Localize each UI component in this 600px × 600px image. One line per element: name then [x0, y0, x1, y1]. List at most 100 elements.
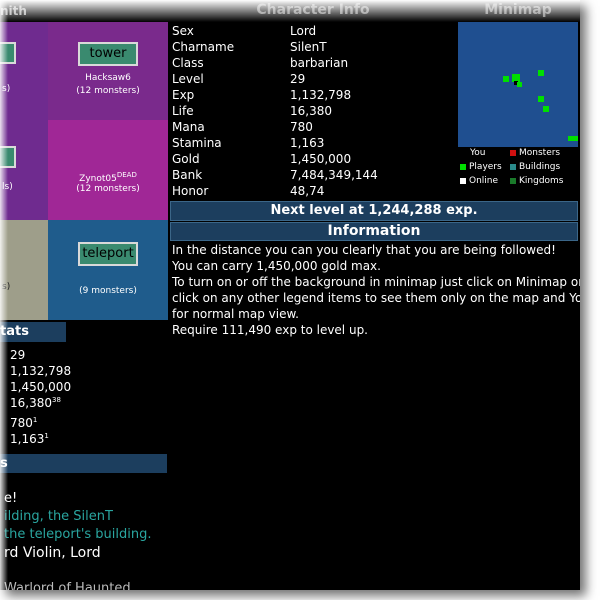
character-info-value: 7,484,349,144	[290, 168, 378, 182]
information-line: You can carry 1,450,000 gold max.	[172, 259, 381, 273]
legend-item-you[interactable]: You	[470, 148, 486, 158]
minimap-legend: You Monsters Players Buildings Online Kingdom…	[458, 147, 578, 192]
message-line: e!	[4, 491, 18, 506]
minimap[interactable]	[458, 22, 578, 147]
character-info-row: Charname SilenT	[172, 40, 458, 56]
legend-swatch	[510, 163, 516, 170]
next-level-bar: Next level at 1,244,288 exp.	[170, 201, 578, 221]
information-header: Information	[170, 222, 578, 241]
message-line: rd Violin, Lord	[4, 545, 101, 561]
character-info-label: Sex	[172, 24, 194, 38]
message-line: the teleport's building.	[4, 527, 152, 542]
stat-value: 1,1631	[10, 428, 49, 447]
map-tile-west-3[interactable]: s)	[0, 220, 48, 320]
map-tile-tower[interactable]: tower Hacksaw6 (12 monsters)	[48, 22, 168, 120]
information-line: Require 111,490 exp to level up.	[172, 323, 368, 337]
tile-player-name[interactable]: Hacksaw6	[48, 71, 168, 85]
tile-button-partial[interactable]	[0, 42, 16, 64]
map-tile-west-1[interactable]: s)	[0, 22, 48, 120]
character-info-row: Sex Lord	[172, 24, 458, 40]
information-line: for normal map view.	[172, 307, 299, 321]
minimap-player-dot	[543, 106, 549, 112]
legend-swatch	[460, 163, 466, 170]
legend-item-online[interactable]: Online	[460, 176, 498, 186]
character-info-value: 1,450,000	[290, 152, 352, 166]
stat-bonus: 1	[32, 416, 38, 424]
information-text: In the distance you can you clearly that…	[172, 242, 580, 338]
legend-item-buildings[interactable]: Buildings	[510, 162, 560, 172]
legend-label: Players	[469, 162, 502, 172]
map-tile-west-2[interactable]: ls)	[0, 120, 48, 220]
character-info-row: Life 16,380	[172, 104, 458, 120]
character-info-label: Charname	[172, 40, 235, 54]
legend-label: Online	[469, 176, 499, 186]
stat-value: 16,38038	[10, 392, 61, 411]
stat-bonus: 38	[52, 396, 61, 404]
map-tile-dead-player[interactable]: Zynot05DEAD (12 monsters)	[48, 120, 168, 220]
character-info-label: Honor	[172, 184, 209, 198]
minimap-player-dot	[538, 96, 544, 102]
tile-monster-count: (9 monsters)	[79, 286, 137, 296]
messages-header: s	[0, 454, 167, 473]
character-info-label: Mana	[172, 120, 205, 134]
minimap-player-dot	[568, 136, 578, 141]
information-line: To turn on or off the background in mini…	[172, 275, 580, 289]
stats-header: tats	[0, 322, 66, 342]
minimap-player-dot	[538, 70, 544, 76]
tile-monster-count: (12 monsters)	[76, 184, 140, 194]
character-info-label: Bank	[172, 168, 203, 182]
character-info-row: Level 29	[172, 72, 458, 88]
message-line: Warlord of Haunted	[4, 581, 131, 590]
legend-label: Monsters	[519, 148, 561, 158]
stat-bonus: 1	[44, 432, 49, 440]
tile-monster-count: (12 monsters)	[76, 86, 140, 96]
legend-swatch	[460, 177, 466, 184]
character-info-value: 780	[290, 120, 313, 134]
map-header: nith	[0, 4, 27, 18]
character-info-label: Stamina	[172, 136, 222, 150]
character-info-label: Gold	[172, 152, 200, 166]
character-info-value: Lord	[290, 24, 317, 38]
legend-swatch	[510, 149, 516, 156]
legend-label: Buildings	[519, 162, 561, 172]
character-info-row: Honor 48,74	[172, 184, 458, 200]
legend-item-players[interactable]: Players	[460, 162, 502, 172]
game-window: s) tower Hacksaw6 (12 monsters) ls) Zyno…	[0, 0, 580, 590]
character-info-value: 29	[290, 72, 306, 86]
tile-side-text: s)	[2, 84, 11, 94]
character-info-value: SilenT	[290, 40, 327, 54]
character-info-label: Level	[172, 72, 204, 86]
character-info-row: Class barbarian	[172, 56, 458, 72]
tile-side-text: ls)	[2, 182, 13, 192]
minimap-player-dot	[517, 82, 522, 87]
character-info-row: Stamina 1,163	[172, 136, 458, 152]
map-tile-teleport[interactable]: teleport (9 monsters)	[48, 220, 168, 320]
character-info-row: Bank 7,484,349,144	[172, 168, 458, 184]
character-info-value: 1,132,798	[290, 88, 352, 102]
legend-item-monsters[interactable]: Monsters	[510, 148, 560, 158]
dead-tag: DEAD	[116, 171, 137, 179]
minimap-header[interactable]: Minimap	[458, 2, 578, 22]
character-info-row: Mana 780	[172, 120, 458, 136]
tile-side-text: s)	[2, 282, 11, 292]
character-info-header: Character Info	[256, 2, 370, 18]
information-line: In the distance you can you clearly that…	[172, 243, 556, 257]
legend-item-kingdoms[interactable]: Kingdoms	[510, 176, 564, 186]
legend-swatch	[510, 177, 516, 184]
tower-button[interactable]: tower	[78, 42, 138, 66]
character-info-value: 16,380	[290, 104, 332, 118]
character-info-label: Life	[172, 104, 194, 118]
teleport-button[interactable]: teleport	[78, 242, 138, 266]
character-info-value: barbarian	[290, 56, 349, 70]
minimap-player-dot	[503, 76, 509, 82]
character-info-value: 48,74	[290, 184, 325, 198]
message-line: ilding, the SilenT	[4, 509, 113, 524]
character-info-value: 1,163	[290, 136, 325, 150]
tile-button-partial[interactable]	[0, 146, 16, 168]
legend-label: You	[470, 148, 486, 158]
character-info-label: Exp	[172, 88, 195, 102]
stat-number: 1,163	[10, 432, 45, 446]
character-info-row: Exp 1,132,798	[172, 88, 458, 104]
information-line: click on any other legend items to see t…	[172, 291, 580, 305]
character-info-row: Gold 1,450,000	[172, 152, 458, 168]
